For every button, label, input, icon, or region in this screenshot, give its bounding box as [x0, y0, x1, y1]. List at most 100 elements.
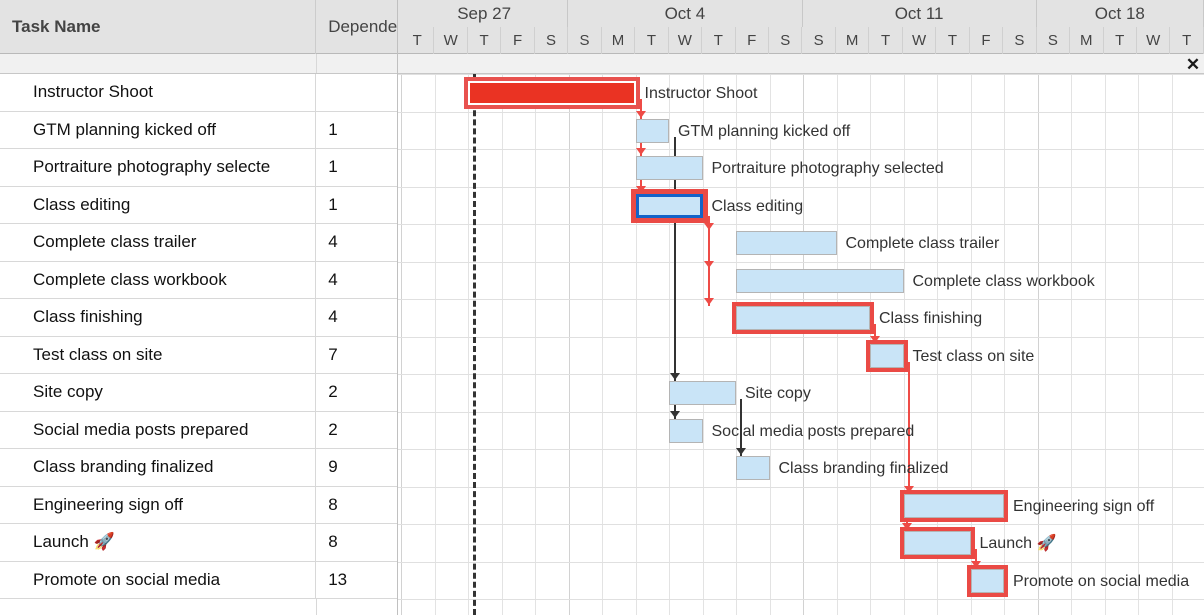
dependency-cell[interactable]: 9: [316, 449, 397, 486]
task-grid-spacer-row: [0, 54, 397, 74]
timeline-gridline-horizontal: [398, 411, 1204, 413]
timeline-gridline-vertical: [1104, 74, 1106, 615]
dependency-cell[interactable]: 8: [316, 487, 397, 524]
dependency-cell[interactable]: 4: [316, 224, 397, 261]
table-row[interactable]: Social media posts prepared 2: [0, 411, 397, 449]
table-row[interactable]: Engineering sign off 8: [0, 486, 397, 524]
timeline-day-label: M: [1070, 27, 1104, 54]
timeline-gridline-vertical: [1071, 74, 1072, 615]
timeline-day-label: M: [602, 27, 636, 54]
dependency-cell[interactable]: 1: [316, 112, 397, 149]
table-row[interactable]: Complete class workbook 4: [0, 261, 397, 299]
table-row[interactable]: Site copy 2: [0, 374, 397, 412]
task-name-cell[interactable]: Portraiture photography selecte: [0, 149, 317, 186]
gantt-bar[interactable]: [736, 268, 904, 293]
timeline-spacer-row: ✕: [398, 54, 1204, 74]
dependency-arrowhead: [703, 223, 714, 230]
dependency-cell[interactable]: 13: [316, 562, 397, 599]
gantt-chart-area: Instructor Shoot GTM planning kicked off P…: [398, 74, 1204, 615]
task-grid-panel: Task Name Depende Instructor Shoot GTM pl…: [0, 0, 398, 615]
task-name-cell[interactable]: Promote on social media: [0, 561, 317, 598]
gantt-bar[interactable]: [899, 527, 975, 559]
gantt-bar[interactable]: [966, 564, 1008, 597]
gantt-bar-label: Portraiture photography selected: [711, 160, 944, 177]
table-row[interactable]: Complete class trailer 4: [0, 224, 397, 262]
timeline-gridline-horizontal: [398, 74, 1204, 75]
timeline-day-label: T: [1104, 27, 1137, 54]
timeline-gridline-vertical: [434, 74, 436, 615]
dependency-cell[interactable]: 8: [316, 524, 397, 561]
table-row[interactable]: Instructor Shoot: [0, 74, 397, 112]
dependency-cell[interactable]: 1: [316, 149, 397, 186]
table-row[interactable]: Promote on social media 13: [0, 561, 397, 599]
timeline-gridline-vertical: [501, 74, 503, 615]
task-name-cell[interactable]: GTM planning kicked off: [0, 111, 317, 148]
gantt-bar-label: Instructor Shoot: [644, 85, 758, 102]
gantt-bar[interactable]: [630, 188, 708, 223]
gantt-bar[interactable]: [635, 118, 669, 143]
timeline-gridline-horizontal: [398, 299, 1204, 300]
task-name-cell[interactable]: Launch 🚀: [0, 524, 317, 561]
dependency-cell[interactable]: 4: [316, 299, 397, 336]
timeline-gridline-vertical: [602, 74, 603, 615]
table-row[interactable]: Class branding finalized 9: [0, 449, 397, 487]
timeline-gridline-vertical: [769, 74, 771, 615]
table-row[interactable]: GTM planning kicked off 1: [0, 111, 397, 149]
gantt-bar[interactable]: [732, 302, 874, 334]
gantt-bar-fill: [736, 456, 770, 480]
timeline-gridline-horizontal: [398, 224, 1204, 225]
timeline-day-label: F: [736, 27, 769, 54]
dependency-cell[interactable]: [316, 74, 397, 111]
gantt-bar[interactable]: [866, 339, 908, 372]
task-name-cell[interactable]: Social media posts prepared: [0, 411, 317, 448]
gantt-bar-fill: [736, 268, 904, 293]
table-row[interactable]: Launch 🚀 8: [0, 524, 397, 562]
gantt-bar[interactable]: [464, 77, 640, 109]
dependency-cell[interactable]: 2: [316, 374, 397, 411]
gantt-bar[interactable]: [736, 456, 770, 480]
timeline-day-label: F: [501, 27, 535, 54]
timeline-day-label: T: [936, 27, 970, 54]
timeline-gridline-vertical: [1138, 74, 1139, 615]
timeline-day-label: S: [1003, 27, 1037, 54]
close-icon[interactable]: ✕: [1184, 55, 1202, 73]
task-name-cell[interactable]: Instructor Shoot: [0, 74, 317, 111]
table-row[interactable]: Portraiture photography selecte 1: [0, 149, 397, 187]
task-name-cell[interactable]: Complete class trailer: [0, 224, 317, 261]
task-name-cell[interactable]: Class editing: [0, 186, 317, 223]
gantt-bar[interactable]: [736, 231, 837, 255]
table-row[interactable]: Test class on site 7: [0, 336, 397, 374]
column-header-task-name[interactable]: Task Name: [0, 0, 317, 54]
table-row[interactable]: Class editing 1: [0, 186, 397, 224]
gantt-bar-label: GTM planning kicked off: [678, 122, 851, 140]
column-header-dependencies[interactable]: Depende: [316, 0, 397, 54]
task-name-cell[interactable]: Class finishing: [0, 299, 317, 336]
timeline-gridline-vertical: [1004, 74, 1005, 615]
dependency-arrowhead: [670, 373, 680, 380]
task-name-cell[interactable]: Engineering sign off: [0, 486, 317, 523]
gantt-bar[interactable]: [635, 156, 703, 180]
gantt-bar[interactable]: [669, 418, 703, 443]
timeline-gridline-horizontal: [398, 561, 1204, 563]
task-name-cell[interactable]: Test class on site: [0, 336, 317, 373]
dependency-cell[interactable]: 4: [316, 262, 397, 299]
timeline-day-label: T: [468, 27, 502, 54]
gantt-bar[interactable]: [669, 381, 736, 405]
timeline-gridline-horizontal: [398, 336, 1204, 338]
dependency-cell[interactable]: 7: [316, 337, 397, 374]
gantt-bar-label: Launch 🚀: [979, 535, 1057, 552]
gantt-bar-label: Engineering sign off: [1013, 497, 1155, 515]
gantt-bar-label: Complete class workbook: [912, 272, 1095, 290]
timeline-day-label: W: [434, 27, 468, 54]
gantt-bar-label: Test class on site: [912, 347, 1035, 365]
task-name-cell[interactable]: Class branding finalized: [0, 449, 317, 486]
table-row[interactable]: Class finishing 4: [0, 299, 397, 337]
dependency-cell[interactable]: 1: [316, 187, 397, 224]
dependency-arrowhead: [635, 148, 646, 155]
dependency-cell[interactable]: 2: [316, 412, 397, 449]
task-name-cell[interactable]: Site copy: [0, 374, 317, 411]
gantt-bar[interactable]: [899, 489, 1008, 522]
timeline-day-label: M: [836, 27, 870, 54]
gantt-bar-label: Complete class trailer: [845, 235, 1000, 252]
task-name-cell[interactable]: Complete class workbook: [0, 261, 317, 298]
